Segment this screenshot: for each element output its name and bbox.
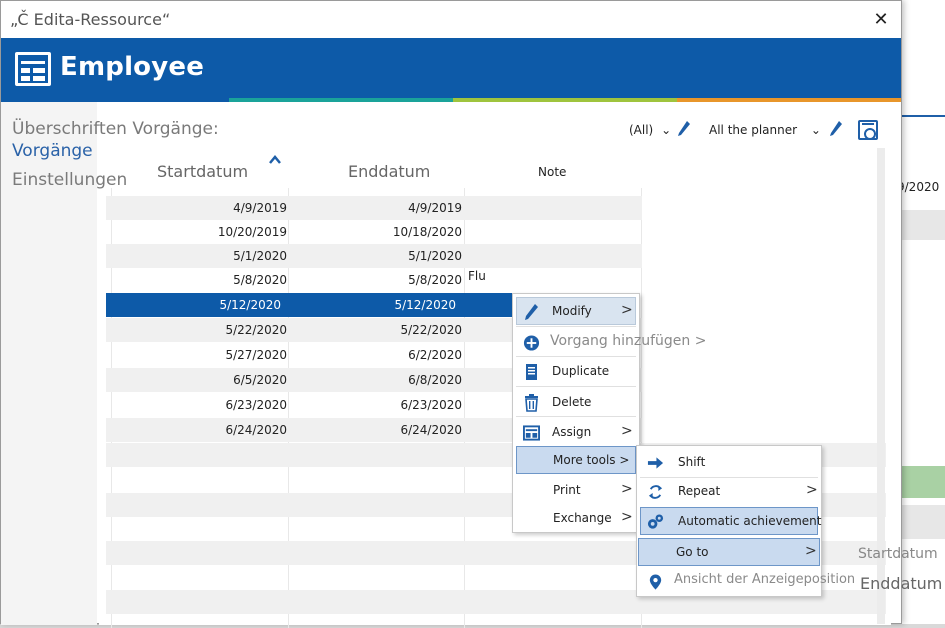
chevron-right-icon: >: [621, 509, 633, 525]
chevron-right-icon: >: [621, 302, 633, 318]
menu-item-label: More tools >: [553, 453, 630, 467]
filter-planner-value: All the planner: [709, 123, 798, 137]
nav-headings: Überschriften Vorgänge:: [12, 119, 219, 139]
table-row[interactable]: 4/9/2019 4/9/2019: [106, 196, 642, 220]
stripe-teal: [229, 98, 453, 102]
window-title: „Č Edita-Ressource“: [10, 10, 171, 29]
end-date-cell: 6/24/2020: [400, 423, 462, 437]
menu-separator: [516, 416, 636, 417]
menu-item-label: Assign: [552, 425, 592, 439]
column-header-end[interactable]: Enddatum: [348, 162, 430, 181]
nav-item-settings[interactable]: Einstellungen: [12, 170, 127, 190]
background-date: 9/2020: [897, 180, 940, 194]
menu-item-label: Modify: [552, 304, 592, 318]
menu-item-label: Vorgang hinzufügen >: [550, 333, 707, 349]
start-date-cell: 10/20/2019: [217, 225, 287, 239]
sort-ascending-icon[interactable]: [268, 154, 282, 166]
menu-item-go-to[interactable]: Go to >: [638, 538, 820, 566]
start-date-cell: 5/12/2020: [219, 298, 281, 312]
start-date-cell: 6/23/2020: [225, 398, 287, 412]
repeat-icon: [648, 485, 663, 499]
chevron-down-icon: ⌄: [661, 123, 672, 137]
duplicate-icon: [526, 364, 537, 380]
menu-item-label: Delete: [552, 395, 592, 409]
note-cell: Flu: [468, 269, 486, 283]
menu-item-label: Repeat: [678, 484, 721, 498]
nav-item-processes[interactable]: Vorgänge: [12, 141, 93, 161]
table-row[interactable]: 5/8/2020 5/8/2020 Flu: [106, 268, 642, 292]
end-date-cell: 10/18/2020: [392, 225, 462, 239]
table-row[interactable]: 5/1/2020 5/1/2020: [106, 244, 642, 268]
table-row[interactable]: 10/20/2019 10/18/2020: [106, 220, 642, 244]
menu-item-label: Ansicht der Anzeigeposition: [674, 572, 856, 587]
menu-separator: [516, 386, 636, 387]
stripe-orange: [677, 98, 901, 102]
floating-label-end: Enddatum: [860, 574, 943, 593]
menu-item-label: Print: [553, 483, 581, 497]
menu-item-assign[interactable]: Assign >: [516, 418, 636, 446]
edit-filter-icon[interactable]: [677, 120, 691, 138]
filter-all-value: (All): [629, 123, 654, 137]
edit-planner-icon[interactable]: [829, 120, 843, 138]
floating-label-start: Startdatum: [858, 546, 938, 562]
filter-planner-dropdown[interactable]: All the planner ⌄: [709, 123, 821, 137]
menu-item-delete[interactable]: Delete: [516, 388, 636, 416]
menu-item-print[interactable]: Print >: [516, 476, 636, 504]
header-title: Employee: [60, 52, 205, 82]
start-date-cell: 6/5/2020: [233, 373, 287, 387]
stripe-green: [453, 98, 677, 102]
menu-item-automatic-achievement[interactable]: Automatic achievement: [640, 507, 822, 535]
end-date-cell: 6/8/2020: [408, 373, 462, 387]
start-date-cell: 6/24/2020: [225, 423, 287, 437]
start-date-cell: 5/1/2020: [233, 249, 287, 263]
end-date-cell: 5/12/2020: [394, 298, 456, 312]
column-header-note[interactable]: Note: [538, 165, 566, 179]
header-band: Employee: [1, 38, 901, 98]
chevron-right-icon: >: [805, 543, 817, 559]
title-bar: „Č Edita-Ressource“ ✕: [1, 1, 901, 38]
menu-item-duplicate[interactable]: Duplicate: [516, 357, 636, 385]
start-date-cell: 5/22/2020: [225, 323, 287, 337]
chevron-right-icon: >: [806, 482, 818, 498]
menu-item-label: Automatic achievement: [678, 514, 822, 528]
close-button[interactable]: ✕: [867, 7, 895, 33]
arrow-right-icon: [647, 457, 664, 469]
menu-separator: [516, 326, 636, 327]
pencil-icon: [525, 304, 538, 320]
filter-all-dropdown[interactable]: (All) ⌄: [629, 123, 671, 137]
gears-icon: [647, 514, 664, 529]
start-date-cell: 5/8/2020: [233, 273, 287, 287]
menu-item-modify[interactable]: Modify >: [516, 297, 636, 325]
end-date-cell: 4/9/2019: [408, 201, 462, 215]
location-pin-icon: [649, 574, 662, 590]
menu-item-label: Go to: [676, 545, 709, 559]
menu-item-label: Exchange: [553, 511, 612, 525]
menu-item-display-position[interactable]: Ansicht der Anzeigeposition: [640, 567, 855, 595]
menu-item-repeat[interactable]: Repeat >: [640, 477, 818, 505]
end-date-cell: 5/1/2020: [408, 249, 462, 263]
start-date-cell: 5/27/2020: [225, 348, 287, 362]
start-date-cell: 4/9/2019: [233, 201, 287, 215]
trash-icon: [525, 394, 538, 412]
menu-item-exchange[interactable]: Exchange >: [516, 504, 636, 532]
table-icon: [15, 52, 51, 86]
menu-item-more-tools[interactable]: More tools >: [516, 446, 636, 474]
end-date-cell: 5/22/2020: [400, 323, 462, 337]
menu-item-label: Duplicate: [552, 364, 610, 378]
end-date-cell: 5/8/2020: [408, 273, 462, 287]
end-date-cell: 6/2/2020: [408, 348, 462, 362]
assign-grid-icon: [523, 425, 540, 441]
menu-item-shift[interactable]: Shift: [640, 448, 818, 476]
chevron-right-icon: >: [621, 423, 633, 439]
settings-icon[interactable]: [858, 120, 878, 140]
submenu-more-tools: Shift Repeat > Automatic achievement Go …: [636, 445, 855, 597]
end-date-cell: 6/23/2020: [400, 398, 462, 412]
menu-item-label: Shift: [678, 455, 706, 469]
add-circle-icon: [523, 335, 540, 351]
chevron-right-icon: >: [621, 481, 633, 497]
context-menu: Modify > Vorgang hinzufügen > Duplicate …: [512, 293, 706, 533]
column-header-start[interactable]: Startdatum: [157, 162, 248, 181]
chevron-down-icon: ⌄: [810, 123, 821, 137]
menu-item-add-process[interactable]: Vorgang hinzufügen >: [516, 328, 706, 356]
